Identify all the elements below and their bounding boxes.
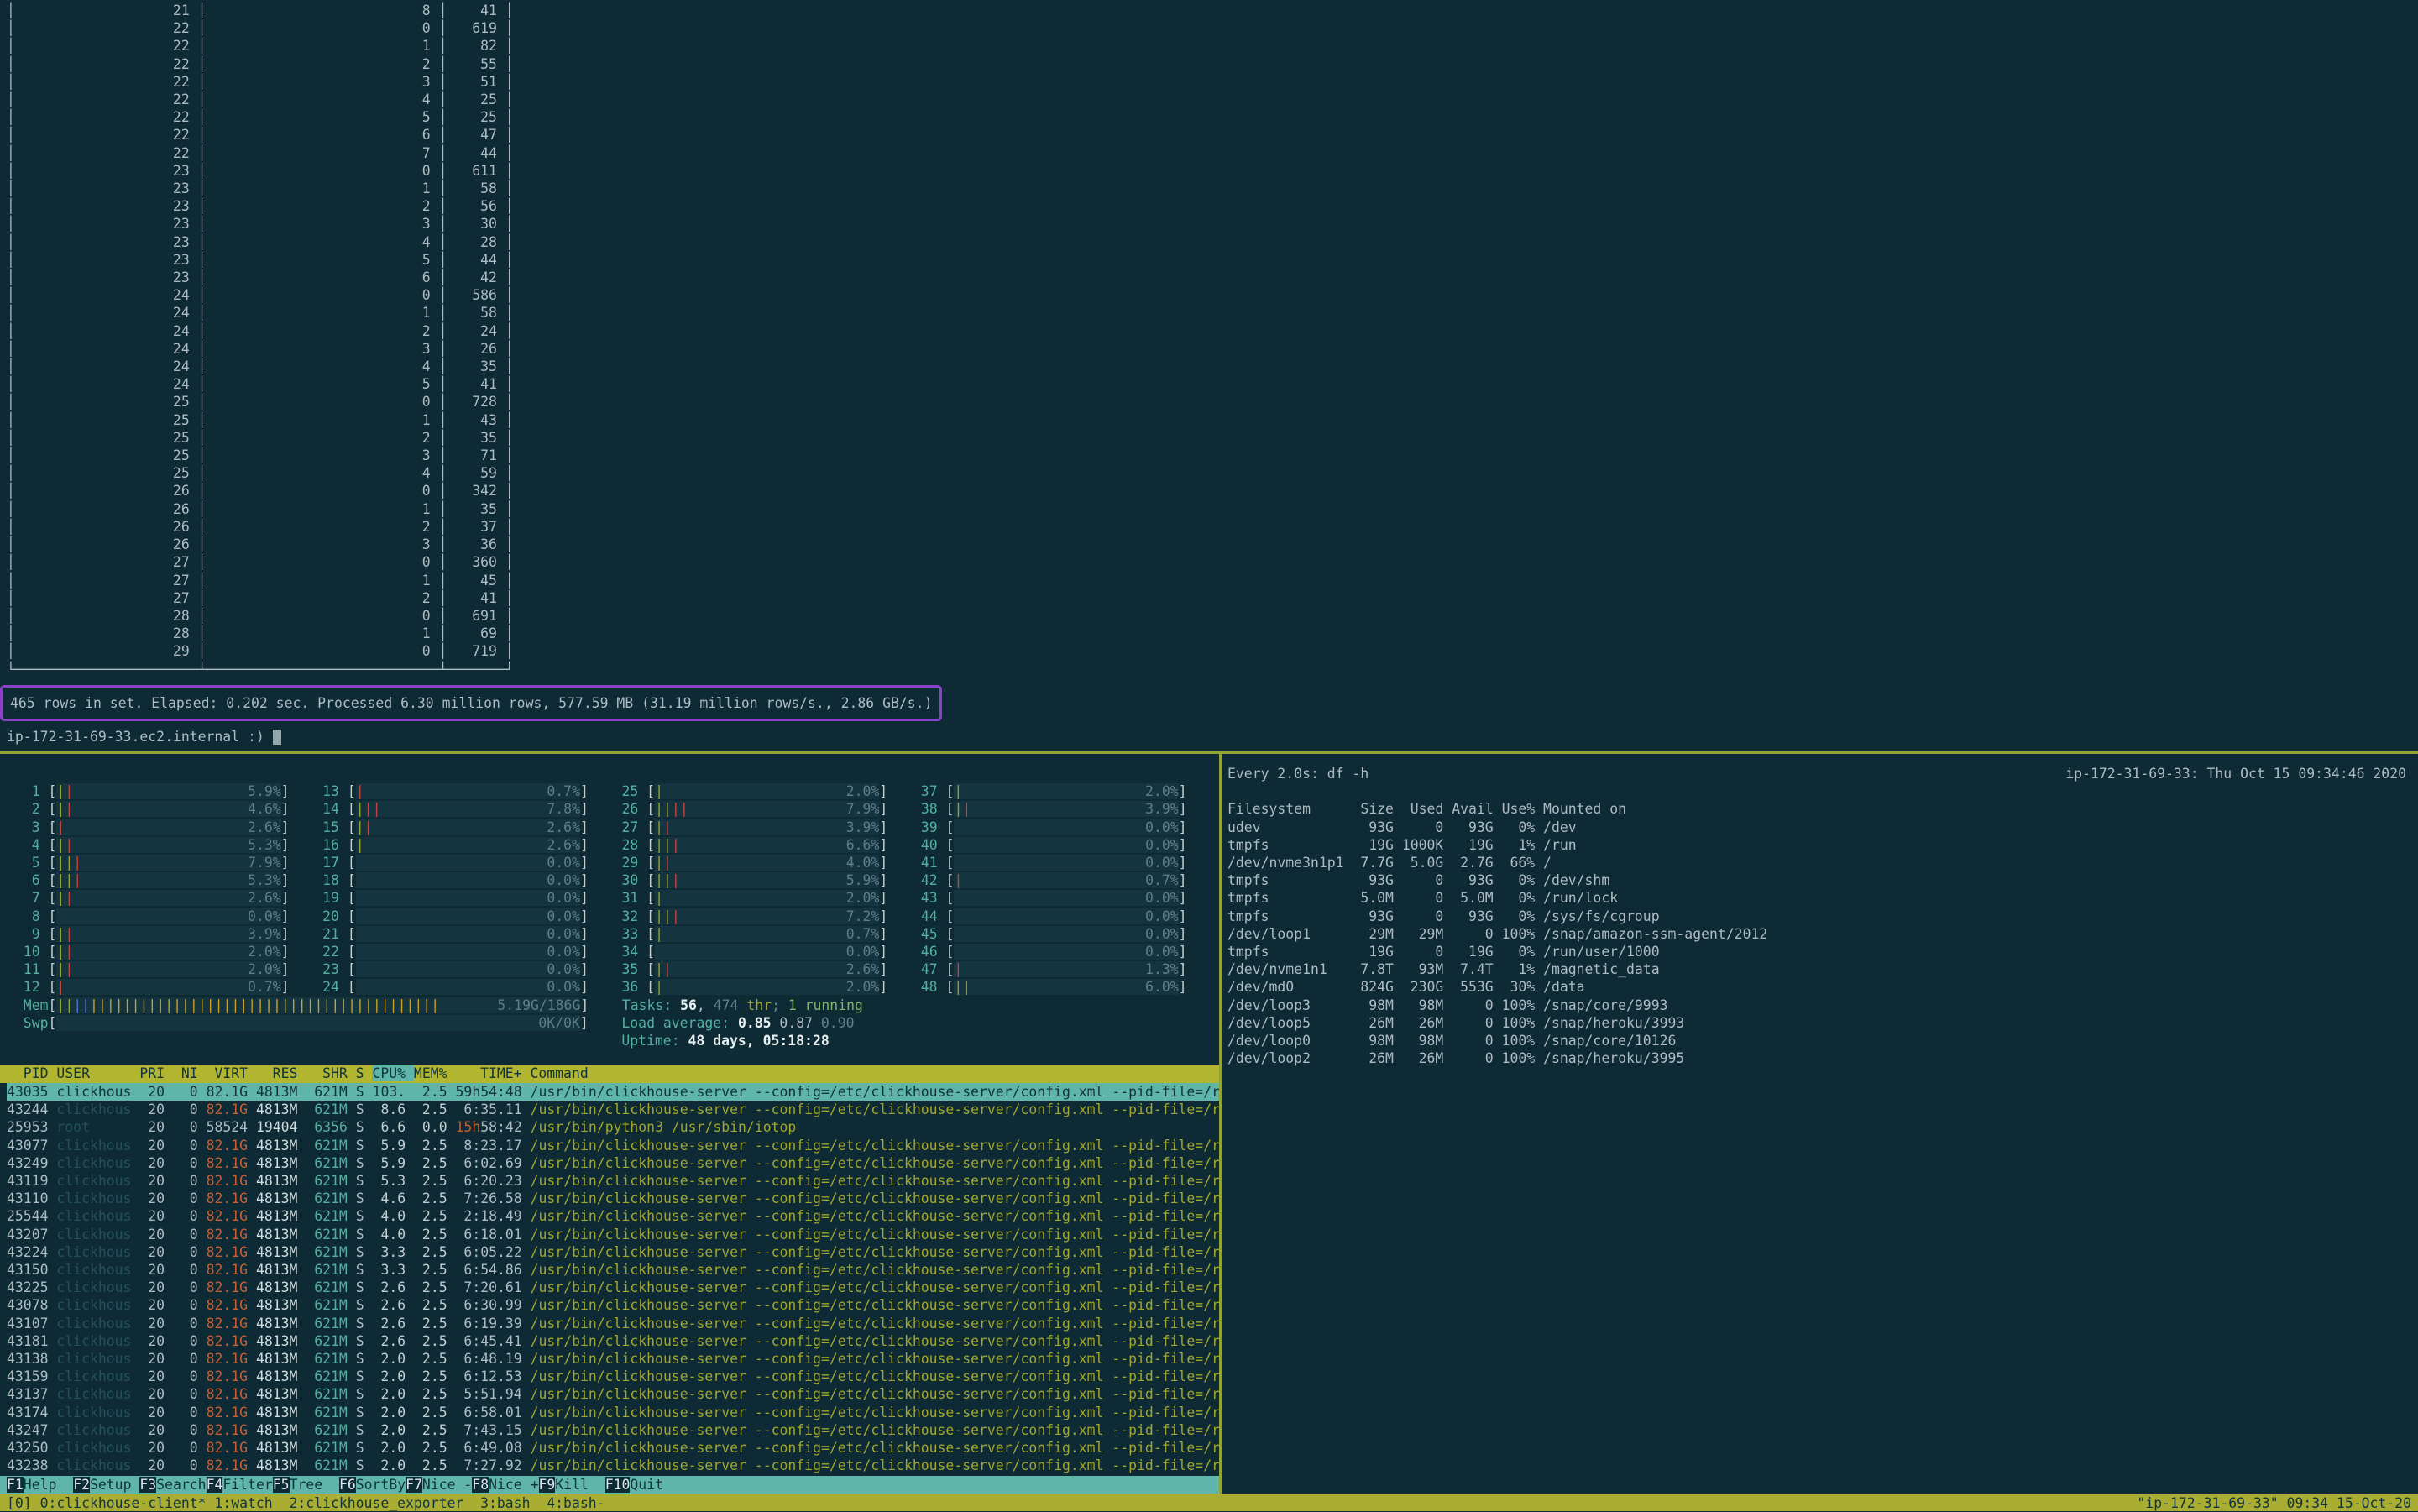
process-row[interactable]: 25544 clickhous 20 0 82.1G 4813M 621M S … bbox=[7, 1208, 1219, 1224]
process-row[interactable]: 43150 clickhous 20 0 82.1G 4813M 621M S … bbox=[7, 1262, 1219, 1278]
watch-df-pane[interactable]: Every 2.0s: df -h ip-172-31-69-33: Thu O… bbox=[1227, 754, 2418, 1476]
query-result-table: │ 21 │ 8 │ 41 │ │ 22 │ 0 │ 619 │ │ 22 │ … bbox=[7, 2, 514, 678]
query-summary-box: 465 rows in set. Elapsed: 0.202 sec. Pro… bbox=[0, 685, 942, 721]
htop-function-key-bar[interactable]: F1Help F2Setup F3SearchF4FilterF5Tree F6… bbox=[0, 1476, 1219, 1494]
cpu-meter-row: 10 [|| 2.0%] 22 [ 0.0%] 34 [ 0.0%] 46 [ … bbox=[7, 944, 1187, 960]
cpu-meter-row: 1 [|| 5.9%] 13 [| 0.7%] 25 [| 2.0%] 37 [… bbox=[7, 783, 1187, 799]
process-row[interactable]: 43078 clickhous 20 0 82.1G 4813M 621M S … bbox=[7, 1297, 1219, 1313]
fkey-sortby[interactable]: F6SortBy bbox=[339, 1477, 406, 1493]
fkey-nice-[interactable]: F8Nice + bbox=[472, 1477, 538, 1493]
fkey-quit[interactable]: F10Quit bbox=[605, 1477, 680, 1493]
process-row[interactable]: 43107 clickhous 20 0 82.1G 4813M 621M S … bbox=[7, 1316, 1219, 1332]
process-table-header[interactable]: PID USER PRI NI VIRT RES SHR S CPU% MEM%… bbox=[0, 1065, 1219, 1083]
tmux-window-list[interactable]: [0] 0:clickhouse-client* 1:watch 2:click… bbox=[7, 1494, 605, 1512]
df-table: Filesystem Size Used Avail Use% Mounted … bbox=[1227, 800, 2418, 1067]
fkey-kill[interactable]: F9Kill bbox=[539, 1477, 605, 1493]
htop-meters: 1 [|| 5.9%] 13 [| 0.7%] 25 [| 2.0%] 37 [… bbox=[7, 754, 1187, 1049]
process-row[interactable]: 43119 clickhous 20 0 82.1G 4813M 621M S … bbox=[7, 1173, 1219, 1189]
process-row[interactable]: 43224 clickhous 20 0 82.1G 4813M 621M S … bbox=[7, 1244, 1219, 1260]
process-row[interactable]: 43181 clickhous 20 0 82.1G 4813M 621M S … bbox=[7, 1333, 1219, 1349]
prompt-text: ip-172-31-69-33.ec2.internal :) bbox=[7, 729, 273, 745]
cpu-meter-row: 12 [| 0.7%] 24 [ 0.0%] 36 [| 2.0%] 48 [|… bbox=[7, 979, 1187, 995]
process-row[interactable]: 25953 root 20 0 58524 19404 6356 S 6.6 0… bbox=[7, 1119, 796, 1135]
process-row[interactable]: 43174 clickhous 20 0 82.1G 4813M 621M S … bbox=[7, 1405, 1219, 1420]
cpu-meter-row: 8 [ 0.0%] 20 [ 0.0%] 32 [||| 7.2%] 44 [ … bbox=[7, 908, 1187, 924]
text-cursor bbox=[273, 730, 281, 745]
process-row[interactable]: 43138 clickhous 20 0 82.1G 4813M 621M S … bbox=[7, 1351, 1219, 1367]
watch-command: Every 2.0s: df -h bbox=[1227, 765, 1369, 782]
cpu-meter-row: 6 [||| 5.3%] 18 [ 0.0%] 30 [||| 5.9%] 42… bbox=[7, 872, 1187, 888]
cpu-meter-row: 7 [|| 2.6%] 19 [ 0.0%] 31 [| 2.0%] 43 [ … bbox=[7, 890, 1187, 906]
cpu-meter-row: 2 [|| 4.6%] 14 [||| 7.8%] 26 [|||| 7.9%]… bbox=[7, 801, 1187, 817]
process-row[interactable]: 43225 clickhous 20 0 82.1G 4813M 621M S … bbox=[7, 1279, 1219, 1295]
process-row[interactable]: 43244 clickhous 20 0 82.1G 4813M 621M S … bbox=[7, 1101, 1219, 1117]
process-row[interactable]: 43238 clickhous 20 0 82.1G 4813M 621M S … bbox=[7, 1457, 1219, 1473]
process-row[interactable]: 43250 clickhous 20 0 82.1G 4813M 621M S … bbox=[7, 1440, 1219, 1456]
process-row[interactable]: 43137 clickhous 20 0 82.1G 4813M 621M S … bbox=[7, 1386, 1219, 1402]
fkey-help[interactable]: F1Help bbox=[7, 1477, 73, 1493]
process-row-selected[interactable]: 43035 clickhous 20 0 82.1G 4813M 621M S … bbox=[7, 1083, 1219, 1101]
fkey-nice-[interactable]: F7Nice - bbox=[406, 1477, 472, 1493]
cpu-meter-row: 3 [| 2.6%] 15 [|| 2.6%] 27 [|| 3.9%] 39 … bbox=[7, 819, 1187, 835]
process-row[interactable]: 43207 clickhous 20 0 82.1G 4813M 621M S … bbox=[7, 1227, 1219, 1243]
tmux-session-screen: { "colors":{ "bg":"#0d2a35","meter_bg":"… bbox=[0, 0, 2418, 1511]
process-row[interactable]: 43249 clickhous 20 0 82.1G 4813M 621M S … bbox=[7, 1155, 1219, 1171]
tmux-host-clock: "ip-172-31-69-33" 09:34 15-Oct-20 bbox=[2137, 1494, 2411, 1512]
cpu-meter-row: 11 [|| 2.0%] 23 [ 0.0%] 35 [|| 2.6%] 47 … bbox=[7, 961, 1187, 977]
process-row[interactable]: 43077 clickhous 20 0 82.1G 4813M 621M S … bbox=[7, 1138, 1219, 1154]
cpu-meter-row: 4 [|| 5.3%] 16 [| 2.6%] 28 [||| 6.6%] 40… bbox=[7, 837, 1187, 853]
fkey-tree[interactable]: F5Tree bbox=[273, 1477, 339, 1493]
process-row[interactable]: 43247 clickhous 20 0 82.1G 4813M 621M S … bbox=[7, 1422, 1219, 1438]
cpu-meter-row: 5 [||| 7.9%] 17 [ 0.0%] 29 [|| 4.0%] 41 … bbox=[7, 855, 1187, 871]
process-row[interactable]: 43110 clickhous 20 0 82.1G 4813M 621M S … bbox=[7, 1190, 1219, 1206]
query-summary-text: 465 rows in set. Elapsed: 0.202 sec. Pro… bbox=[10, 694, 932, 712]
watch-header: Every 2.0s: df -h ip-172-31-69-33: Thu O… bbox=[1227, 754, 2406, 782]
htop-pane[interactable]: 1 [|| 5.9%] 13 [| 0.7%] 25 [| 2.0%] 37 [… bbox=[0, 754, 1219, 1476]
fkey-setup[interactable]: F2Setup bbox=[73, 1477, 139, 1493]
cpu-meter-row: 9 [|| 3.9%] 21 [ 0.0%] 33 [| 0.7%] 45 [ … bbox=[7, 926, 1187, 942]
pane-border-vertical[interactable] bbox=[1219, 754, 1222, 1494]
process-row[interactable]: 43159 clickhous 20 0 82.1G 4813M 621M S … bbox=[7, 1368, 1219, 1384]
fkey-search[interactable]: F3Search bbox=[139, 1477, 206, 1493]
clickhouse-client-pane[interactable]: │ 21 │ 8 │ 41 │ │ 22 │ 0 │ 619 │ │ 22 │ … bbox=[0, 0, 2418, 751]
fkey-filter[interactable]: F4Filter bbox=[207, 1477, 273, 1493]
tmux-status-bar[interactable]: [0] 0:clickhouse-client* 1:watch 2:click… bbox=[0, 1494, 2418, 1511]
process-table[interactable]: 43035 clickhous 20 0 82.1G 4813M 621M S … bbox=[0, 1083, 1219, 1474]
watch-host-timestamp: ip-172-31-69-33: Thu Oct 15 09:34:46 202… bbox=[2065, 765, 2406, 782]
clickhouse-prompt[interactable]: ip-172-31-69-33.ec2.internal :) bbox=[7, 728, 281, 746]
